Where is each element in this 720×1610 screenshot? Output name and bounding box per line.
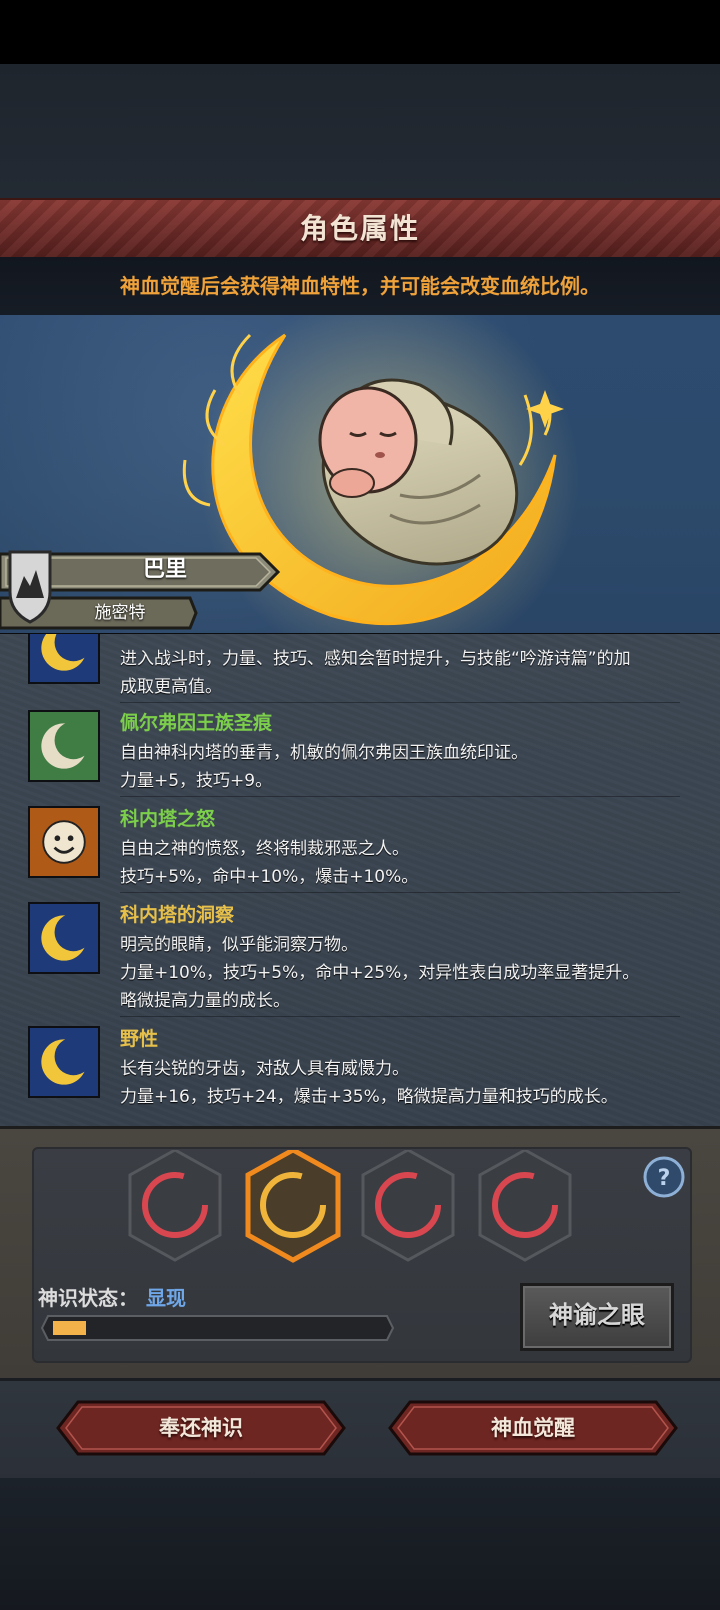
oracle-eye-button[interactable]: 神谕之眼 bbox=[520, 1283, 674, 1351]
faction-crest-icon bbox=[8, 550, 52, 624]
progress-fill bbox=[53, 1321, 86, 1335]
trait-desc-line: 自由神科内塔的垂青，机敏的佩尔弗因王族血统印证。 bbox=[120, 743, 528, 763]
background-upper bbox=[0, 64, 720, 198]
panel-header: 角色属性 bbox=[0, 198, 720, 261]
trait-desc-line: 明亮的眼睛，似乎能洞察万物。 bbox=[120, 935, 358, 955]
divine-slot-3[interactable] bbox=[361, 1150, 455, 1262]
return-divine-sense-button[interactable]: 奉还神识 bbox=[56, 1400, 346, 1456]
golden-crescent-icon bbox=[28, 1026, 100, 1098]
trait-desc-line: 力量+10%，技巧+5%，命中+25%，对异性表白成功率显著提升。 bbox=[120, 963, 640, 983]
trait-desc-line: 自由之神的愤怒，终将制裁邪恶之人。 bbox=[120, 839, 409, 859]
divine-slot-row bbox=[128, 1150, 572, 1263]
trait-desc-line: 技巧+5%，命中+10%，爆击+10%。 bbox=[120, 867, 419, 887]
golden-crescent-icon bbox=[28, 902, 100, 974]
trait-desc-line: 略微提高力量的成长。 bbox=[120, 991, 290, 1011]
divine-progress-bar bbox=[40, 1315, 395, 1341]
angry-sun-icon bbox=[28, 806, 100, 878]
silver-crescent-icon bbox=[28, 710, 100, 782]
golden-crescent-icon bbox=[28, 634, 100, 684]
divine-status-label: 神识状态： bbox=[38, 1286, 138, 1310]
divine-slot-4[interactable] bbox=[478, 1150, 572, 1262]
trait-divider bbox=[120, 796, 680, 797]
trait-name: 科内塔的洞察 bbox=[120, 904, 235, 926]
trait-desc-line: 长有尖锐的牙齿，对敌人具有威慑力。 bbox=[120, 1059, 409, 1079]
svg-text:?: ? bbox=[658, 1166, 671, 1191]
character-name: 巴里 bbox=[142, 557, 187, 582]
character-class: 施密特 bbox=[94, 603, 146, 623]
trait-divider bbox=[120, 1016, 680, 1017]
divine-status-value: 显现 bbox=[146, 1286, 186, 1310]
help-icon[interactable]: ? bbox=[642, 1155, 686, 1199]
trait-name: 佩尔弗因王族圣痕 bbox=[120, 712, 273, 734]
trait-name: 科内塔之怒 bbox=[120, 808, 216, 830]
page-title: 角色属性 bbox=[299, 212, 420, 245]
trait-desc-line: 成取更高值。 bbox=[120, 677, 222, 697]
trait-list[interactable]: 进入战斗时，力量、技巧、感知会暂时提升，与技能“吟游诗篇”的加 成取更高值。 佩… bbox=[0, 634, 720, 1126]
status-bar bbox=[0, 0, 720, 64]
background-lower bbox=[0, 1478, 720, 1610]
trait-divider bbox=[120, 702, 680, 703]
divine-slot-1[interactable] bbox=[128, 1150, 222, 1262]
subtitle-bar: 神血觉醒后会获得神血特性，并可能会改变血统比例。 bbox=[0, 257, 720, 315]
divine-slot-2-selected[interactable] bbox=[245, 1150, 341, 1263]
trait-desc-line: 进入战斗时，力量、技巧、感知会暂时提升，与技能“吟游诗篇”的加 bbox=[120, 649, 631, 669]
trait-desc-line: 力量+5，技巧+9。 bbox=[120, 771, 273, 791]
trait-divider bbox=[120, 892, 680, 893]
trait-desc-line: 力量+16，技巧+24，爆击+35%，略微提高力量和技巧的成长。 bbox=[120, 1087, 618, 1107]
divine-blood-awaken-button[interactable]: 神血觉醒 bbox=[388, 1400, 678, 1456]
subtitle-text: 神血觉醒后会获得神血特性，并可能会改变血统比例。 bbox=[120, 274, 600, 298]
trait-name: 野性 bbox=[120, 1028, 159, 1050]
